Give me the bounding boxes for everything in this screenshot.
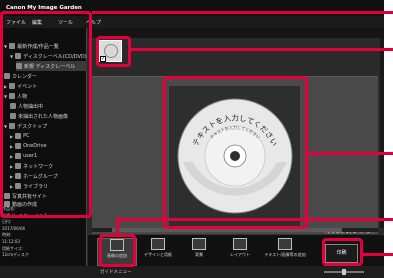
- zoom-slider-knob[interactable]: [342, 269, 346, 275]
- info-time-label: 時刻:: [2, 232, 12, 238]
- info-date-value: 2017/06/06: [2, 225, 26, 231]
- callout-print-leader: [363, 253, 393, 256]
- design-paper-button[interactable]: デザインと用紙: [138, 238, 178, 266]
- layout-button[interactable]: レイアウト: [220, 238, 260, 266]
- callout-sidebar-highlight: [0, 11, 92, 218]
- status-bar: ガイドメニュー: [0, 266, 384, 278]
- background-button[interactable]: 背景: [179, 238, 219, 266]
- callout-thumbnail-highlight: [96, 36, 131, 67]
- add-text-image-button[interactable]: テキスト/画像等の追加: [261, 238, 309, 266]
- guide-menu-label[interactable]: ガイドメニュー: [100, 269, 132, 275]
- vertical-scrollbar[interactable]: [380, 38, 384, 228]
- info-paper-value: 12cmディスク: [2, 252, 29, 258]
- callout-preview-leader: [308, 152, 393, 155]
- callout-add-image-highlight: [99, 234, 136, 267]
- callout-sidebar-leader: [92, 11, 393, 14]
- info-time-value: 11:12:03: [2, 238, 20, 244]
- callout-thumbnail-leader: [131, 48, 393, 51]
- callout-print-highlight: [322, 238, 363, 266]
- callout-preview-highlight: [163, 76, 308, 229]
- background-icon: [192, 238, 206, 250]
- design-icon: [151, 238, 165, 250]
- layout-icon: [233, 238, 247, 250]
- thumbnail-strip-header: [88, 28, 384, 38]
- callout-add-image-leader-h: [116, 218, 393, 221]
- info-date-label: 日付:: [2, 219, 12, 225]
- add-text-icon: [278, 238, 292, 250]
